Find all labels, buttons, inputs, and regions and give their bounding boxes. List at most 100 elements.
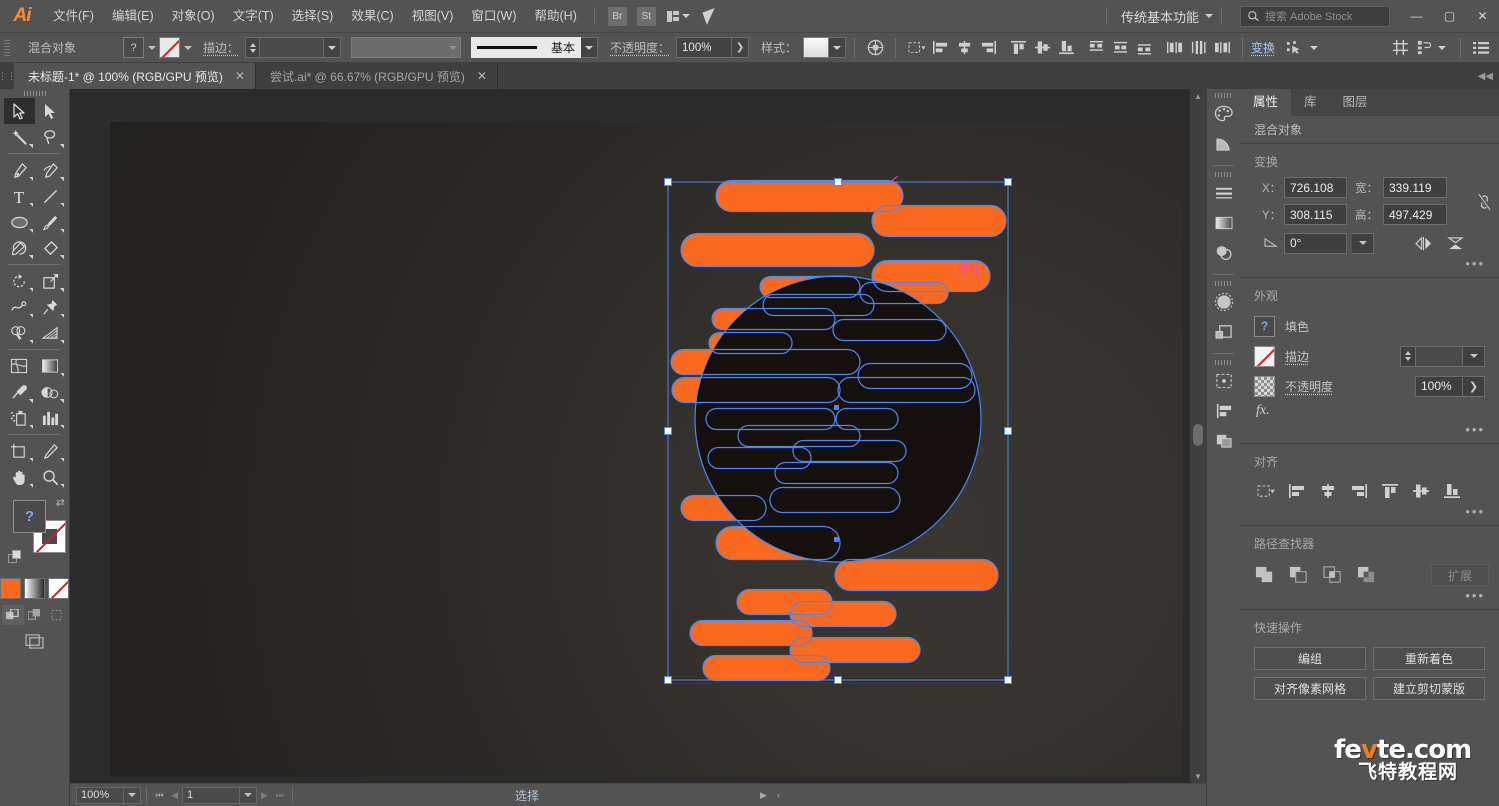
stroke-label[interactable]: 描边 — [1285, 348, 1331, 365]
align-more-options[interactable]: ••• — [1240, 503, 1499, 518]
vertical-scroll-thumb[interactable] — [1193, 424, 1203, 446]
recolor-button[interactable]: 重新着色 — [1373, 647, 1485, 670]
tab-properties[interactable]: 属性 — [1240, 89, 1292, 116]
align-panel-icon[interactable] — [1207, 396, 1241, 426]
align-middle-button[interactable] — [1030, 36, 1054, 59]
panel-menu-button[interactable] — [1469, 36, 1493, 59]
shape-options-button[interactable] — [1283, 36, 1307, 59]
distribute-bottom-button[interactable] — [1132, 36, 1156, 59]
width-input[interactable]: 339.119 — [1383, 177, 1447, 198]
angle-input[interactable]: 0° — [1284, 232, 1347, 254]
stock-button[interactable]: St — [636, 6, 656, 26]
draw-behind-button[interactable] — [23, 605, 46, 625]
paintbrush-tool[interactable] — [35, 209, 66, 235]
close-icon[interactable]: ✕ — [477, 69, 487, 83]
go-to-live-icon[interactable]: ◤ — [701, 4, 720, 27]
appearance-stroke-swatch[interactable] — [1254, 345, 1275, 367]
column-graph-tool[interactable] — [35, 405, 66, 431]
tools-panel-grip[interactable] — [0, 89, 69, 98]
color-mode-gradient-button[interactable] — [24, 578, 45, 599]
bridge-button[interactable]: Br — [607, 6, 627, 26]
magic-wand-tool[interactable] — [4, 124, 35, 150]
align-center-horizontal-button[interactable] — [952, 36, 976, 59]
previous-artboard-button[interactable]: ◀ — [167, 787, 182, 804]
zoom-level-input[interactable]: 100% — [76, 786, 124, 804]
shape-builder-tool[interactable] — [4, 320, 35, 346]
color-guide-panel-icon[interactable] — [1207, 129, 1241, 159]
stroke-weight-input[interactable] — [259, 37, 325, 58]
menu-file[interactable]: 文件(F) — [44, 0, 103, 32]
bbox-handle[interactable] — [1004, 427, 1012, 435]
stroke-dropdown-button[interactable] — [180, 37, 195, 58]
stroke-weight-dropdown[interactable] — [324, 37, 342, 58]
artboard-tool[interactable] — [4, 438, 35, 464]
document-setup-button[interactable] — [1412, 36, 1436, 59]
change-screen-mode-button[interactable] — [22, 631, 48, 651]
flip-vertical-button[interactable] — [1442, 231, 1469, 255]
bbox-handle[interactable] — [1004, 178, 1012, 186]
opacity-field[interactable]: 100% — [1415, 375, 1463, 397]
free-transform-tool[interactable] — [35, 294, 66, 320]
align-top-button[interactable] — [1376, 479, 1403, 503]
last-artboard-button[interactable]: ⏭ — [272, 787, 287, 804]
distribute-center-v-button[interactable] — [1186, 36, 1210, 59]
chevron-down-icon[interactable] — [1310, 45, 1319, 50]
align-to-selection-button[interactable] — [904, 36, 928, 59]
align-to-button[interactable] — [1252, 479, 1279, 503]
eyedropper-tool[interactable] — [4, 379, 35, 405]
snap-to-grid-button[interactable] — [1388, 36, 1412, 59]
control-bar-grip[interactable] — [4, 39, 10, 56]
minus-front-button[interactable] — [1286, 563, 1312, 587]
bbox-handle[interactable] — [834, 676, 842, 684]
fill-swatch-button[interactable]: ? — [123, 37, 144, 58]
rail-grip-3[interactable] — [1207, 279, 1240, 287]
distribute-top-button[interactable] — [1084, 36, 1108, 59]
opacity-swatch-icon[interactable] — [1254, 375, 1275, 397]
window-close-button[interactable]: ✕ — [1466, 3, 1499, 29]
tab-layers[interactable]: 图层 — [1330, 89, 1381, 116]
x-input[interactable]: 726.108 — [1284, 177, 1347, 198]
rotate-tool[interactable] — [4, 268, 35, 294]
angle-dropdown[interactable] — [1352, 232, 1374, 254]
stroke-weight-stepper[interactable] — [245, 37, 260, 58]
zoom-tool[interactable] — [35, 464, 66, 490]
align-middle-button[interactable] — [1407, 479, 1434, 503]
distribute-center-button[interactable] — [1108, 36, 1132, 59]
opacity-label[interactable]: 不透明度 — [1285, 378, 1347, 395]
align-top-button[interactable] — [1006, 36, 1030, 59]
zoom-level-dropdown[interactable] — [124, 786, 141, 804]
menu-help[interactable]: 帮助(H) — [526, 0, 586, 32]
menu-type[interactable]: 文字(T) — [224, 0, 283, 32]
rail-grip-2[interactable] — [1207, 170, 1240, 178]
opacity-expand-button[interactable]: ❯ — [1463, 375, 1485, 397]
scale-tool[interactable] — [35, 268, 66, 294]
close-icon[interactable]: ✕ — [235, 69, 245, 83]
flip-horizontal-button[interactable] — [1410, 231, 1437, 255]
menu-effect[interactable]: 效果(C) — [342, 0, 402, 32]
tab-bar-grip[interactable]: ⋮⋮ — [0, 63, 16, 89]
slice-tool[interactable] — [35, 438, 66, 464]
menu-object[interactable]: 对象(O) — [163, 0, 224, 32]
color-mode-none-button[interactable] — [48, 578, 69, 599]
menu-edit[interactable]: 编辑(E) — [103, 0, 163, 32]
stroke-swatch-button[interactable] — [159, 37, 180, 58]
brush-definition-dropdown[interactable] — [581, 37, 599, 58]
status-collapse-button[interactable]: ‹ — [771, 787, 786, 804]
opacity-expand-button[interactable]: ❯ — [732, 37, 750, 58]
opacity-label[interactable]: 不透明度： — [610, 39, 670, 56]
canvas-vertical-scrollbar[interactable]: ▲ ▼ — [1190, 89, 1206, 783]
type-tool[interactable]: T — [4, 183, 35, 209]
opacity-input[interactable]: 100% — [676, 37, 733, 58]
y-input[interactable]: 308.115 — [1284, 204, 1347, 225]
blend-tool[interactable] — [35, 379, 66, 405]
fill-color-swatch[interactable]: ? — [13, 500, 46, 533]
graphic-style-swatch[interactable] — [803, 37, 830, 58]
arrange-documents-button[interactable] — [666, 10, 691, 22]
rail-grip-4[interactable] — [1207, 358, 1240, 366]
bbox-handle[interactable] — [834, 178, 842, 186]
stroke-weight-dropdown[interactable] — [1463, 345, 1485, 367]
chevron-down-icon[interactable] — [1438, 45, 1446, 50]
appearance-fill-swatch[interactable]: ? — [1254, 315, 1275, 337]
perspective-grid-tool[interactable] — [35, 320, 66, 346]
workspace-switcher-label[interactable]: 传统基本功能 — [1115, 7, 1205, 26]
